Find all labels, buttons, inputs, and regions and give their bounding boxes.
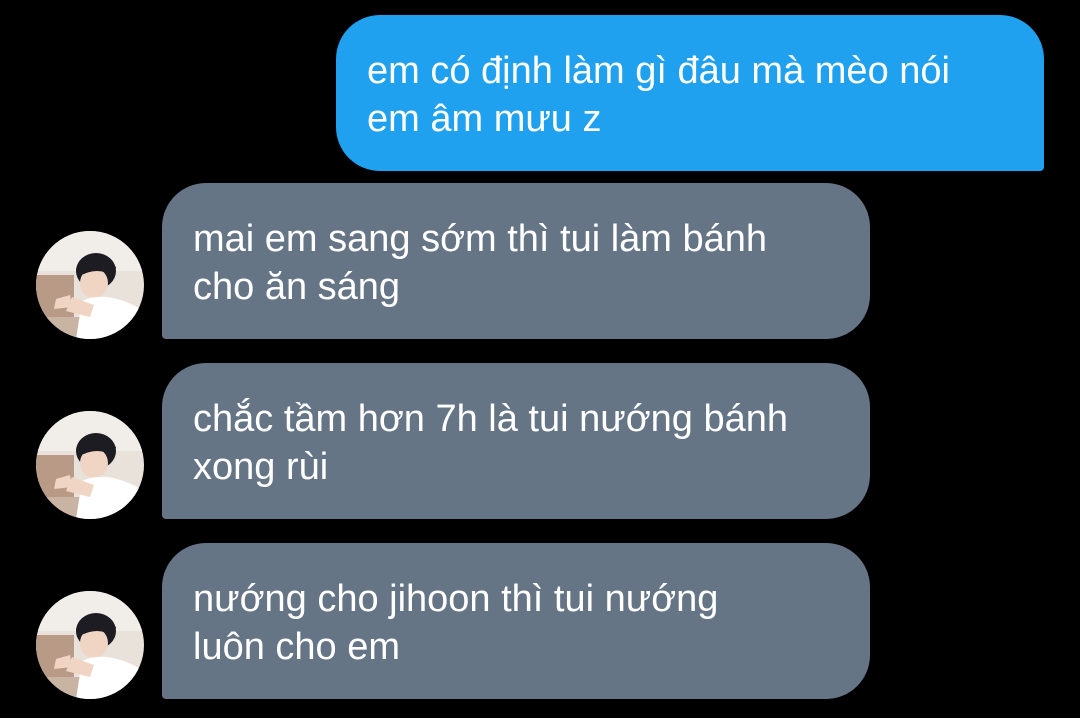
avatar-photo-icon — [36, 591, 144, 699]
contact-avatar[interactable] — [36, 231, 144, 339]
contact-avatar[interactable] — [36, 411, 144, 519]
received-message-bubble[interactable]: mai em sang sớm thì tui làm bánh cho ăn … — [162, 183, 870, 339]
received-message-bubble[interactable]: chắc tầm hơn 7h là tui nướng bánh xong r… — [162, 363, 870, 519]
received-message-bubble[interactable]: nướng cho jihoon thì tui nướng luôn cho … — [162, 543, 870, 699]
contact-avatar[interactable] — [36, 591, 144, 699]
avatar-photo-icon — [36, 411, 144, 519]
sent-message-bubble[interactable]: em có định làm gì đâu mà mèo nói em âm m… — [336, 15, 1044, 171]
avatar-photo-icon — [36, 231, 144, 339]
